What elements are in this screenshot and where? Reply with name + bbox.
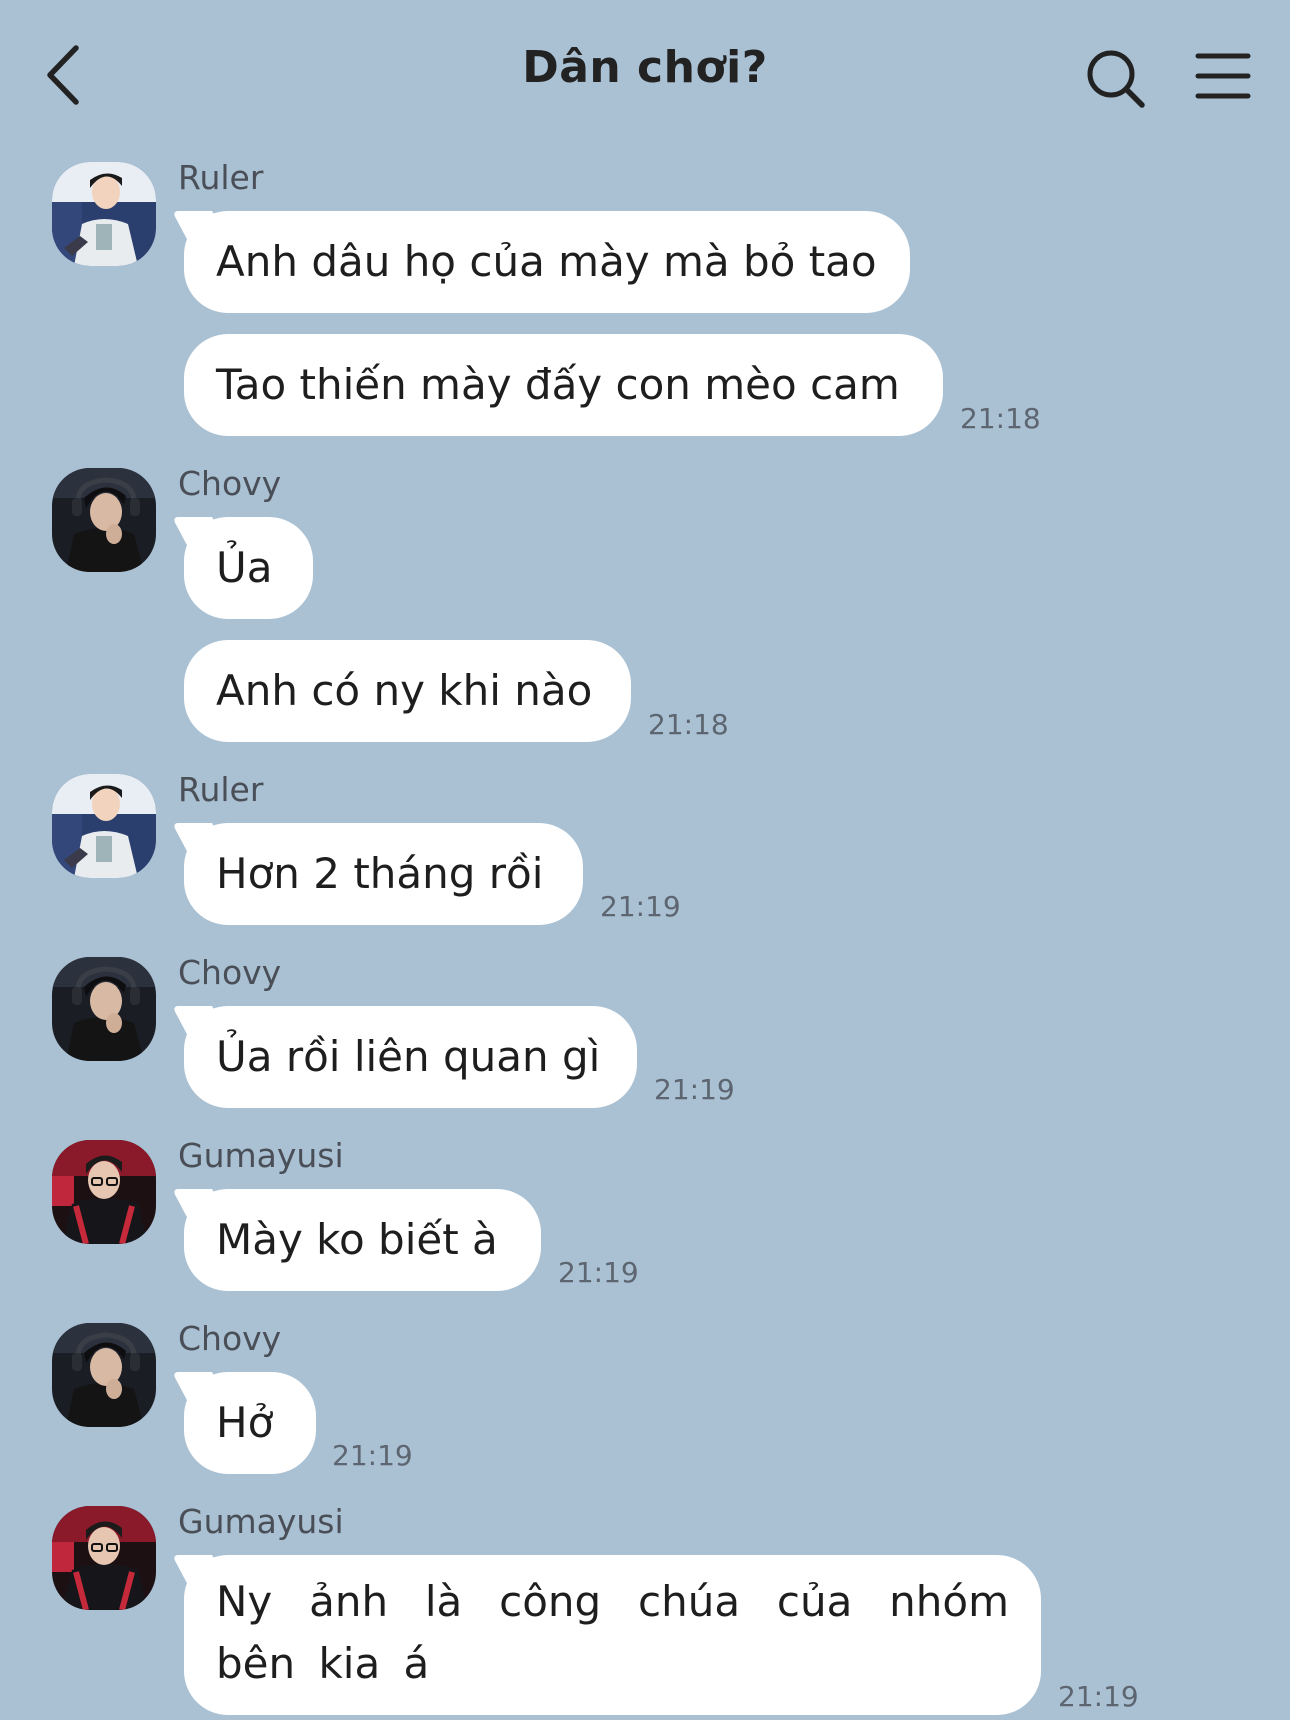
message-text: Mày ko biết à	[216, 1215, 498, 1264]
avatar-gumayusi[interactable]	[52, 1140, 156, 1244]
avatar-chovy[interactable]	[52, 468, 156, 572]
message-timestamp: 21:19	[654, 1073, 735, 1106]
avatar-gumayusi[interactable]	[52, 1506, 156, 1610]
sender-name: Chovy	[178, 464, 282, 503]
message-timestamp: 21:19	[332, 1439, 413, 1472]
message-text: Hở	[216, 1398, 274, 1447]
message-text: Ny ảnh là công chúa của nhóm bên kia á	[216, 1577, 1009, 1688]
message-bubble[interactable]: Anh dâu họ của mày mà bỏ tao	[184, 211, 910, 313]
message-bubble[interactable]: Hơn 2 tháng rồi	[184, 823, 583, 925]
sender-name: Chovy	[178, 1319, 282, 1358]
message-bubble[interactable]: Mày ko biết à	[184, 1189, 541, 1291]
message-timestamp: 21:18	[960, 402, 1041, 435]
sender-name: Gumayusi	[178, 1136, 344, 1175]
message-text: Anh có ny khi nào	[216, 666, 593, 715]
sender-name: Chovy	[178, 953, 282, 992]
sender-name: Ruler	[178, 158, 264, 197]
message-timestamp: 21:19	[558, 1256, 639, 1289]
message-text: Ủa	[216, 543, 273, 592]
message-bubble[interactable]: Anh có ny khi nào	[184, 640, 631, 742]
avatar-chovy[interactable]	[52, 957, 156, 1061]
avatar-ruler[interactable]	[52, 774, 156, 878]
hamburger-menu-icon[interactable]	[1195, 50, 1251, 102]
search-icon[interactable]	[1085, 48, 1147, 110]
avatar-ruler[interactable]	[52, 162, 156, 266]
avatar-chovy[interactable]	[52, 1323, 156, 1427]
message-text: Ủa rồi liên quan gì	[216, 1032, 601, 1081]
message-bubble[interactable]: Tao thiến mày đấy con mèo cam	[184, 334, 943, 436]
message-text: Hơn 2 tháng rồi	[216, 849, 544, 898]
back-arrow-icon[interactable]	[40, 40, 100, 110]
chat-header: Dân chơi?	[0, 0, 1290, 150]
message-text: Tao thiến mày đấy con mèo cam	[216, 360, 900, 409]
sender-name: Ruler	[178, 770, 264, 809]
message-timestamp: 21:19	[1058, 1680, 1139, 1713]
message-text: Anh dâu họ của mày mà bỏ tao	[216, 237, 877, 286]
message-timestamp: 21:18	[648, 708, 729, 741]
message-timestamp: 21:19	[600, 890, 681, 923]
message-bubble[interactable]: Ủa	[184, 517, 313, 619]
message-bubble[interactable]: Ủa rồi liên quan gì	[184, 1006, 637, 1108]
message-bubble[interactable]: Hở	[184, 1372, 316, 1474]
sender-name: Gumayusi	[178, 1502, 344, 1541]
message-bubble[interactable]: Ny ảnh là công chúa của nhóm bên kia á	[184, 1555, 1041, 1715]
